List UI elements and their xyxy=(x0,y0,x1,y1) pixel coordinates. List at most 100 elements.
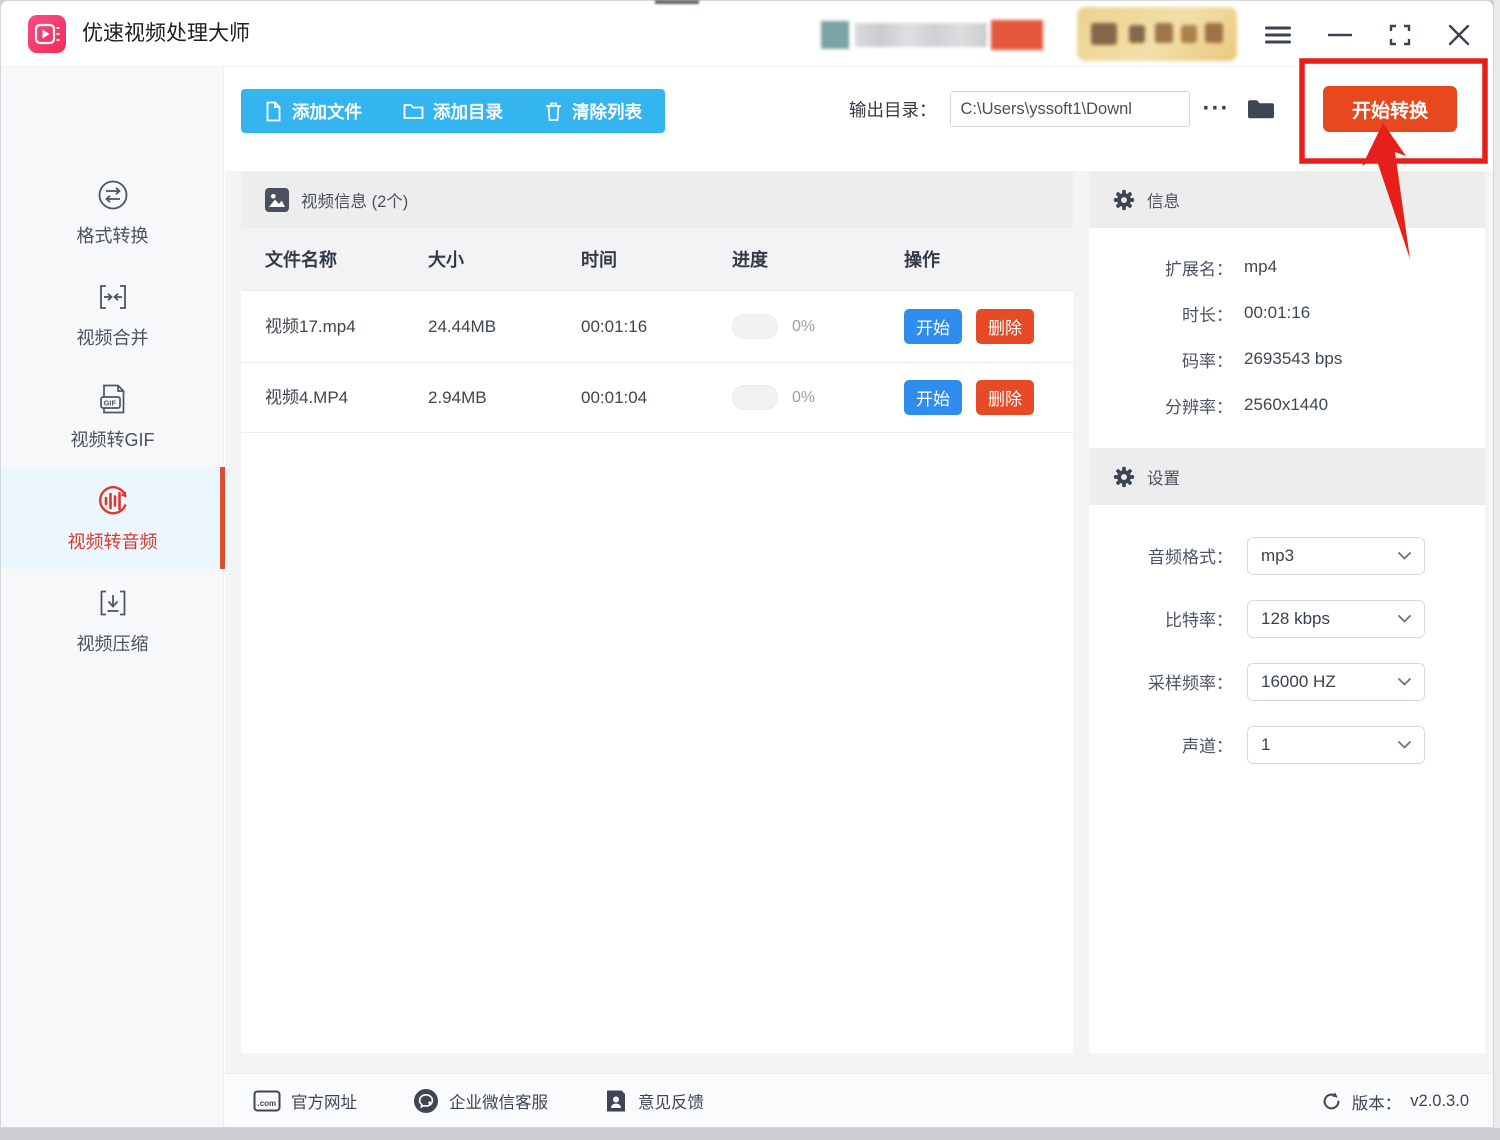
progress-percent: 0% xyxy=(792,318,815,336)
setting-audio-format: 音频格式： mp3 xyxy=(1089,524,1485,587)
add-file-button[interactable]: 添加文件 xyxy=(264,99,362,124)
wechat-service-icon xyxy=(413,1088,439,1114)
background-top-smudge xyxy=(655,0,699,4)
version-info[interactable]: 版本： v2.0.3.0 xyxy=(1320,1074,1469,1128)
file-name: 视频4.MP4 xyxy=(265,383,363,413)
file-duration: 00:01:16 xyxy=(581,317,732,337)
col-filename: 文件名称 xyxy=(265,246,428,272)
update-refresh-icon xyxy=(1320,1090,1343,1113)
info-title: 信息 xyxy=(1147,188,1180,212)
sidebar-item-video-compress[interactable]: 视频压缩 xyxy=(1,569,224,671)
file-list-panel: 视频信息 (2个) 文件名称 大小 时间 进度 操作 视频17.mp4 24.4… xyxy=(241,171,1073,1053)
add-file-icon xyxy=(264,101,283,122)
censored-text-block xyxy=(821,19,1049,51)
settings-header: 设置 xyxy=(1089,448,1485,505)
app-logo-icon xyxy=(28,15,66,53)
gear-icon xyxy=(1113,189,1135,211)
progress-bar xyxy=(732,385,778,410)
details-panel: 信息 扩展名： mp4 时长： 00:01:16 码率： 2693543 bps xyxy=(1089,171,1485,1053)
row-delete-button[interactable]: 删除 xyxy=(976,309,1034,344)
progress-bar xyxy=(732,314,778,339)
minimize-icon[interactable] xyxy=(1326,21,1354,49)
table-row: 视频4.MP4 2.94MB 00:01:04 0% 开始 删除 xyxy=(241,363,1073,433)
sidebar: 格式转换 视频合并 GIF 视频转GIF xyxy=(1,67,224,1128)
chevron-down-icon xyxy=(1398,615,1411,623)
gear-icon xyxy=(1113,466,1135,488)
channels-select[interactable]: 1 xyxy=(1247,726,1425,764)
row-delete-button[interactable]: 删除 xyxy=(976,380,1034,415)
video-compress-icon xyxy=(95,585,131,621)
app-title: 优速视频处理大师 xyxy=(82,1,250,67)
file-panel-title: 视频信息 (2个) xyxy=(301,188,408,212)
info-row-resolution: 分辨率： 2560x1440 xyxy=(1089,382,1485,428)
add-directory-button[interactable]: 添加目录 xyxy=(403,99,503,124)
open-folder-icon[interactable] xyxy=(1246,96,1276,122)
feedback-link[interactable]: 意见反馈 xyxy=(604,1088,704,1114)
table-row: 视频17.mp4 24.44MB 00:01:16 0% 开始 删除 xyxy=(241,291,1073,363)
sidebar-item-label: 视频转音频 xyxy=(68,528,158,554)
col-progress: 进度 xyxy=(732,246,904,272)
sidebar-item-video-to-gif[interactable]: GIF 视频转GIF xyxy=(1,365,224,467)
setting-channels: 声道： 1 xyxy=(1089,713,1485,776)
settings-rows: 音频格式： mp3 比特率： 128 kbps xyxy=(1089,505,1485,776)
svg-text:.com: .com xyxy=(258,1099,277,1108)
sidebar-item-video-merge[interactable]: 视频合并 xyxy=(1,263,224,365)
file-size: 24.44MB xyxy=(428,317,581,337)
browse-more-button[interactable]: ··· xyxy=(1203,91,1230,127)
app-window: 优速视频处理大师 xyxy=(0,0,1494,1128)
add-file-label: 添加文件 xyxy=(292,99,362,124)
start-convert-button[interactable]: 开始转换 xyxy=(1323,86,1457,132)
format-convert-icon xyxy=(95,177,131,213)
info-row-bitrate: 码率： 2693543 bps xyxy=(1089,336,1485,382)
censored-text-block-2 xyxy=(1077,7,1237,61)
official-website-link[interactable]: .com 官方网址 xyxy=(253,1089,357,1113)
background-edge-sliver xyxy=(1494,0,1500,1128)
bitrate-select[interactable]: 128 kbps xyxy=(1247,600,1425,638)
sidebar-item-label: 视频压缩 xyxy=(77,630,149,656)
version-label: 版本： xyxy=(1352,1090,1402,1114)
video-info-icon xyxy=(265,188,289,212)
setting-sample-rate: 采样频率： 16000 HZ xyxy=(1089,650,1485,713)
output-directory-group: 输出目录： ··· xyxy=(849,90,1276,128)
sidebar-item-format-convert[interactable]: 格式转换 xyxy=(1,161,224,263)
chevron-down-icon xyxy=(1398,552,1411,560)
clear-list-button[interactable]: 清除列表 xyxy=(544,99,642,124)
content-area: 视频信息 (2个) 文件名称 大小 时间 进度 操作 视频17.mp4 24.4… xyxy=(225,171,1494,1073)
row-start-button[interactable]: 开始 xyxy=(904,380,962,415)
chevron-down-icon xyxy=(1398,741,1411,749)
progress-percent: 0% xyxy=(792,389,815,407)
table-column-headers: 文件名称 大小 时间 进度 操作 xyxy=(241,228,1073,291)
output-directory-input[interactable] xyxy=(950,91,1190,127)
sidebar-item-label: 视频转GIF xyxy=(71,426,155,452)
version-value: v2.0.3.0 xyxy=(1410,1092,1469,1111)
col-size: 大小 xyxy=(428,246,581,272)
sample-rate-select[interactable]: 16000 HZ xyxy=(1247,663,1425,701)
maximize-icon[interactable] xyxy=(1386,21,1414,49)
file-toolbar: 添加文件 添加目录 清除列表 xyxy=(241,89,665,133)
col-actions: 操作 xyxy=(904,246,1073,272)
wechat-support-link[interactable]: 企业微信客服 xyxy=(413,1088,548,1114)
clear-list-label: 清除列表 xyxy=(572,99,642,124)
feedback-icon xyxy=(604,1088,628,1114)
file-size: 2.94MB xyxy=(428,388,581,408)
screenshot-canvas: 优速视频处理大师 xyxy=(0,0,1500,1140)
output-directory-label: 输出目录： xyxy=(849,97,937,122)
info-header: 信息 xyxy=(1089,171,1485,228)
background-taskbar-strip xyxy=(0,1128,1500,1140)
titlebar: 优速视频处理大师 xyxy=(1,1,1493,67)
sidebar-item-video-to-audio[interactable]: 视频转音频 xyxy=(1,467,224,569)
add-directory-icon xyxy=(403,102,424,120)
file-panel-header: 视频信息 (2个) xyxy=(241,171,1073,228)
row-start-button[interactable]: 开始 xyxy=(904,309,962,344)
video-to-audio-icon xyxy=(95,483,131,519)
video-merge-icon xyxy=(95,279,131,315)
audio-format-select[interactable]: mp3 xyxy=(1247,537,1425,575)
video-to-gif-icon: GIF xyxy=(95,381,131,417)
close-icon[interactable] xyxy=(1445,21,1473,49)
sidebar-item-label: 视频合并 xyxy=(77,324,149,350)
settings-title: 设置 xyxy=(1147,465,1180,489)
menu-icon[interactable] xyxy=(1264,21,1292,49)
trash-icon xyxy=(544,101,563,122)
website-icon: .com xyxy=(253,1089,281,1113)
add-directory-label: 添加目录 xyxy=(433,99,503,124)
